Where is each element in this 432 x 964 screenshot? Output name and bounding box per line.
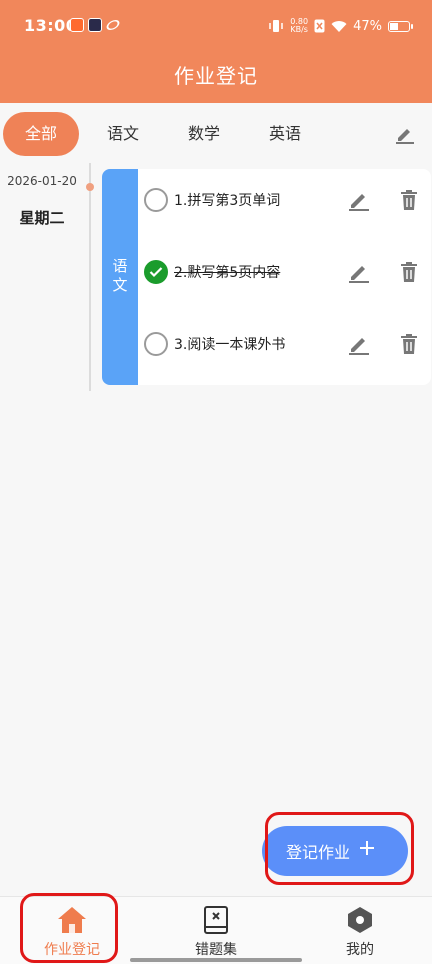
app-header: 13:00 0.80 KB/s 47% 作业登记: [0, 0, 432, 103]
book-icon: [204, 906, 228, 934]
timeline-date: 2026-01-20: [7, 174, 77, 188]
trash-icon[interactable]: [398, 188, 420, 212]
subject-bar: 语文: [102, 169, 138, 385]
net-speed: 0.80 KB/s: [290, 18, 308, 34]
task-item: 2.默写第5页内容: [138, 241, 431, 313]
trash-icon[interactable]: [398, 260, 420, 284]
tab-english[interactable]: 英语: [247, 112, 323, 156]
status-bar: 13:00 0.80 KB/s 47%: [0, 0, 432, 52]
edit-icon[interactable]: [348, 260, 370, 284]
status-right: 0.80 KB/s 47%: [268, 16, 413, 36]
battery-text: 47%: [353, 18, 382, 34]
task-text: 1.拼写第3页单词: [174, 193, 281, 209]
checkmark-icon: [149, 267, 163, 278]
battery-icon: [388, 20, 413, 32]
nav-label: 作业登记: [44, 942, 100, 958]
add-homework-label: 登记作业: [286, 843, 351, 862]
app-notification-icon: [70, 18, 84, 32]
link-app-icon: [104, 17, 122, 33]
tab-all[interactable]: 全部: [3, 112, 79, 156]
hexagon-icon: [348, 907, 372, 933]
gesture-bar[interactable]: [130, 958, 302, 962]
trash-icon[interactable]: [398, 332, 420, 356]
task-item: 1.拼写第3页单词: [138, 169, 431, 241]
task-checkbox[interactable]: [144, 188, 168, 212]
tab-chinese[interactable]: 语文: [85, 112, 161, 156]
wifi-icon: [331, 20, 347, 32]
task-checkbox[interactable]: [144, 332, 168, 356]
home-icon: [58, 907, 86, 933]
nav-label: 错题集: [195, 942, 237, 958]
timeline-dot: [86, 183, 94, 191]
nav-profile[interactable]: 我的: [288, 897, 432, 964]
edit-icon[interactable]: [348, 332, 370, 356]
nav-mistakes[interactable]: 错题集: [144, 897, 288, 964]
net-speed-unit: KB/s: [290, 25, 308, 34]
plus-icon: [360, 841, 374, 855]
subject-tabs: 全部 语文 数学 英语: [0, 103, 432, 163]
add-homework-button[interactable]: 登记作业: [262, 826, 408, 876]
battery-fill: [390, 22, 399, 30]
subject-label: 语文: [110, 258, 129, 296]
video-app-icon: [88, 18, 102, 32]
page-title: 作业登记: [174, 64, 258, 88]
timeline-line: [89, 163, 91, 391]
task-text: 3.阅读一本课外书: [174, 337, 286, 353]
edit-tabs-icon[interactable]: [394, 123, 416, 145]
tab-math[interactable]: 数学: [166, 112, 242, 156]
no-sim-icon: [314, 19, 325, 33]
nav-homework[interactable]: 作业登记: [0, 897, 144, 964]
edit-icon[interactable]: [348, 188, 370, 212]
task-checkbox-checked[interactable]: [144, 260, 168, 284]
vibrate-icon: [269, 20, 284, 32]
task-text: 2.默写第5页内容: [174, 265, 281, 281]
nav-label: 我的: [346, 942, 374, 958]
timeline-weekday: 星期二: [19, 209, 65, 227]
bottom-nav: 作业登记 错题集 我的: [0, 896, 432, 964]
homework-card: 语文 1.拼写第3页单词 2.默写第5页内容 3.阅读一本课外书: [102, 169, 431, 385]
task-item: 3.阅读一本课外书: [138, 313, 431, 385]
